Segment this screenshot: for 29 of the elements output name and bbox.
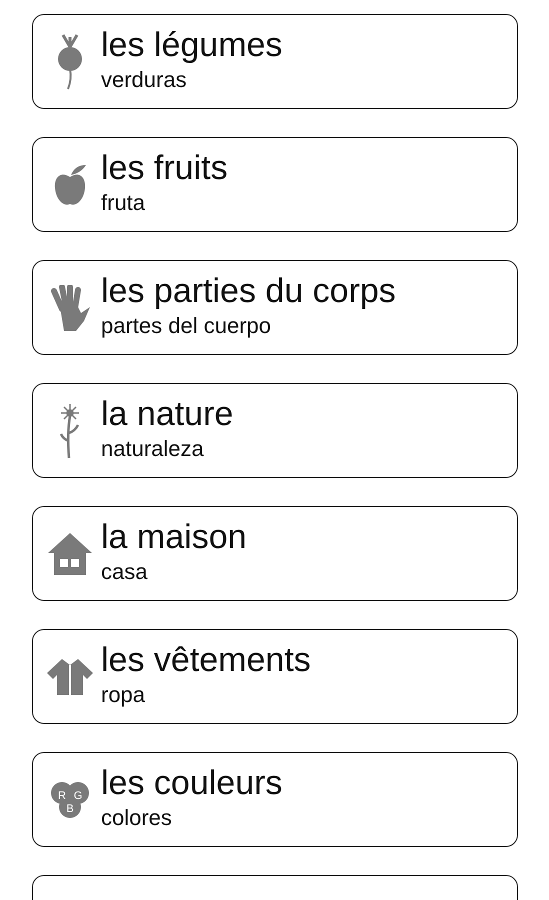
topic-title: les parties du corps	[101, 271, 396, 311]
topic-title: les vêtements	[101, 640, 311, 680]
beet-icon	[55, 32, 85, 90]
topic-translation: casa	[101, 558, 148, 586]
color-letter: G	[74, 790, 82, 802]
topic-translation: fruta	[101, 189, 146, 217]
house-icon	[46, 530, 94, 576]
topic-card[interactable]: R G B les couleurs colores	[32, 752, 518, 847]
topic-card[interactable]: la maison casa	[32, 506, 518, 601]
topic-card[interactable]: les parties du corps partes del cuerpo	[32, 260, 518, 355]
topic-title: les légumes	[101, 25, 282, 65]
topic-title: la nature	[101, 394, 234, 434]
jacket-icon	[45, 656, 95, 696]
apple-icon	[53, 162, 87, 206]
topic-card[interactable]: la nature naturaleza	[32, 383, 518, 478]
topic-card[interactable]: les fruits fruta	[32, 137, 518, 232]
topic-translation: colores	[101, 804, 173, 832]
hand-icon	[48, 284, 92, 330]
topic-title: les fruits	[101, 148, 228, 188]
topic-card[interactable]: les légumes verduras	[32, 14, 518, 109]
topic-card[interactable]: les vêtements ropa	[32, 629, 518, 724]
topic-translation: ropa	[101, 681, 146, 709]
color-letter: R	[58, 790, 66, 802]
topic-translation: partes del cuerpo	[101, 312, 272, 340]
topic-translation: naturaleza	[101, 435, 205, 463]
topic-title: la maison	[101, 517, 247, 557]
topic-title: les couleurs	[101, 763, 282, 803]
topic-translation: verduras	[101, 66, 188, 94]
color-letter: B	[66, 802, 74, 814]
